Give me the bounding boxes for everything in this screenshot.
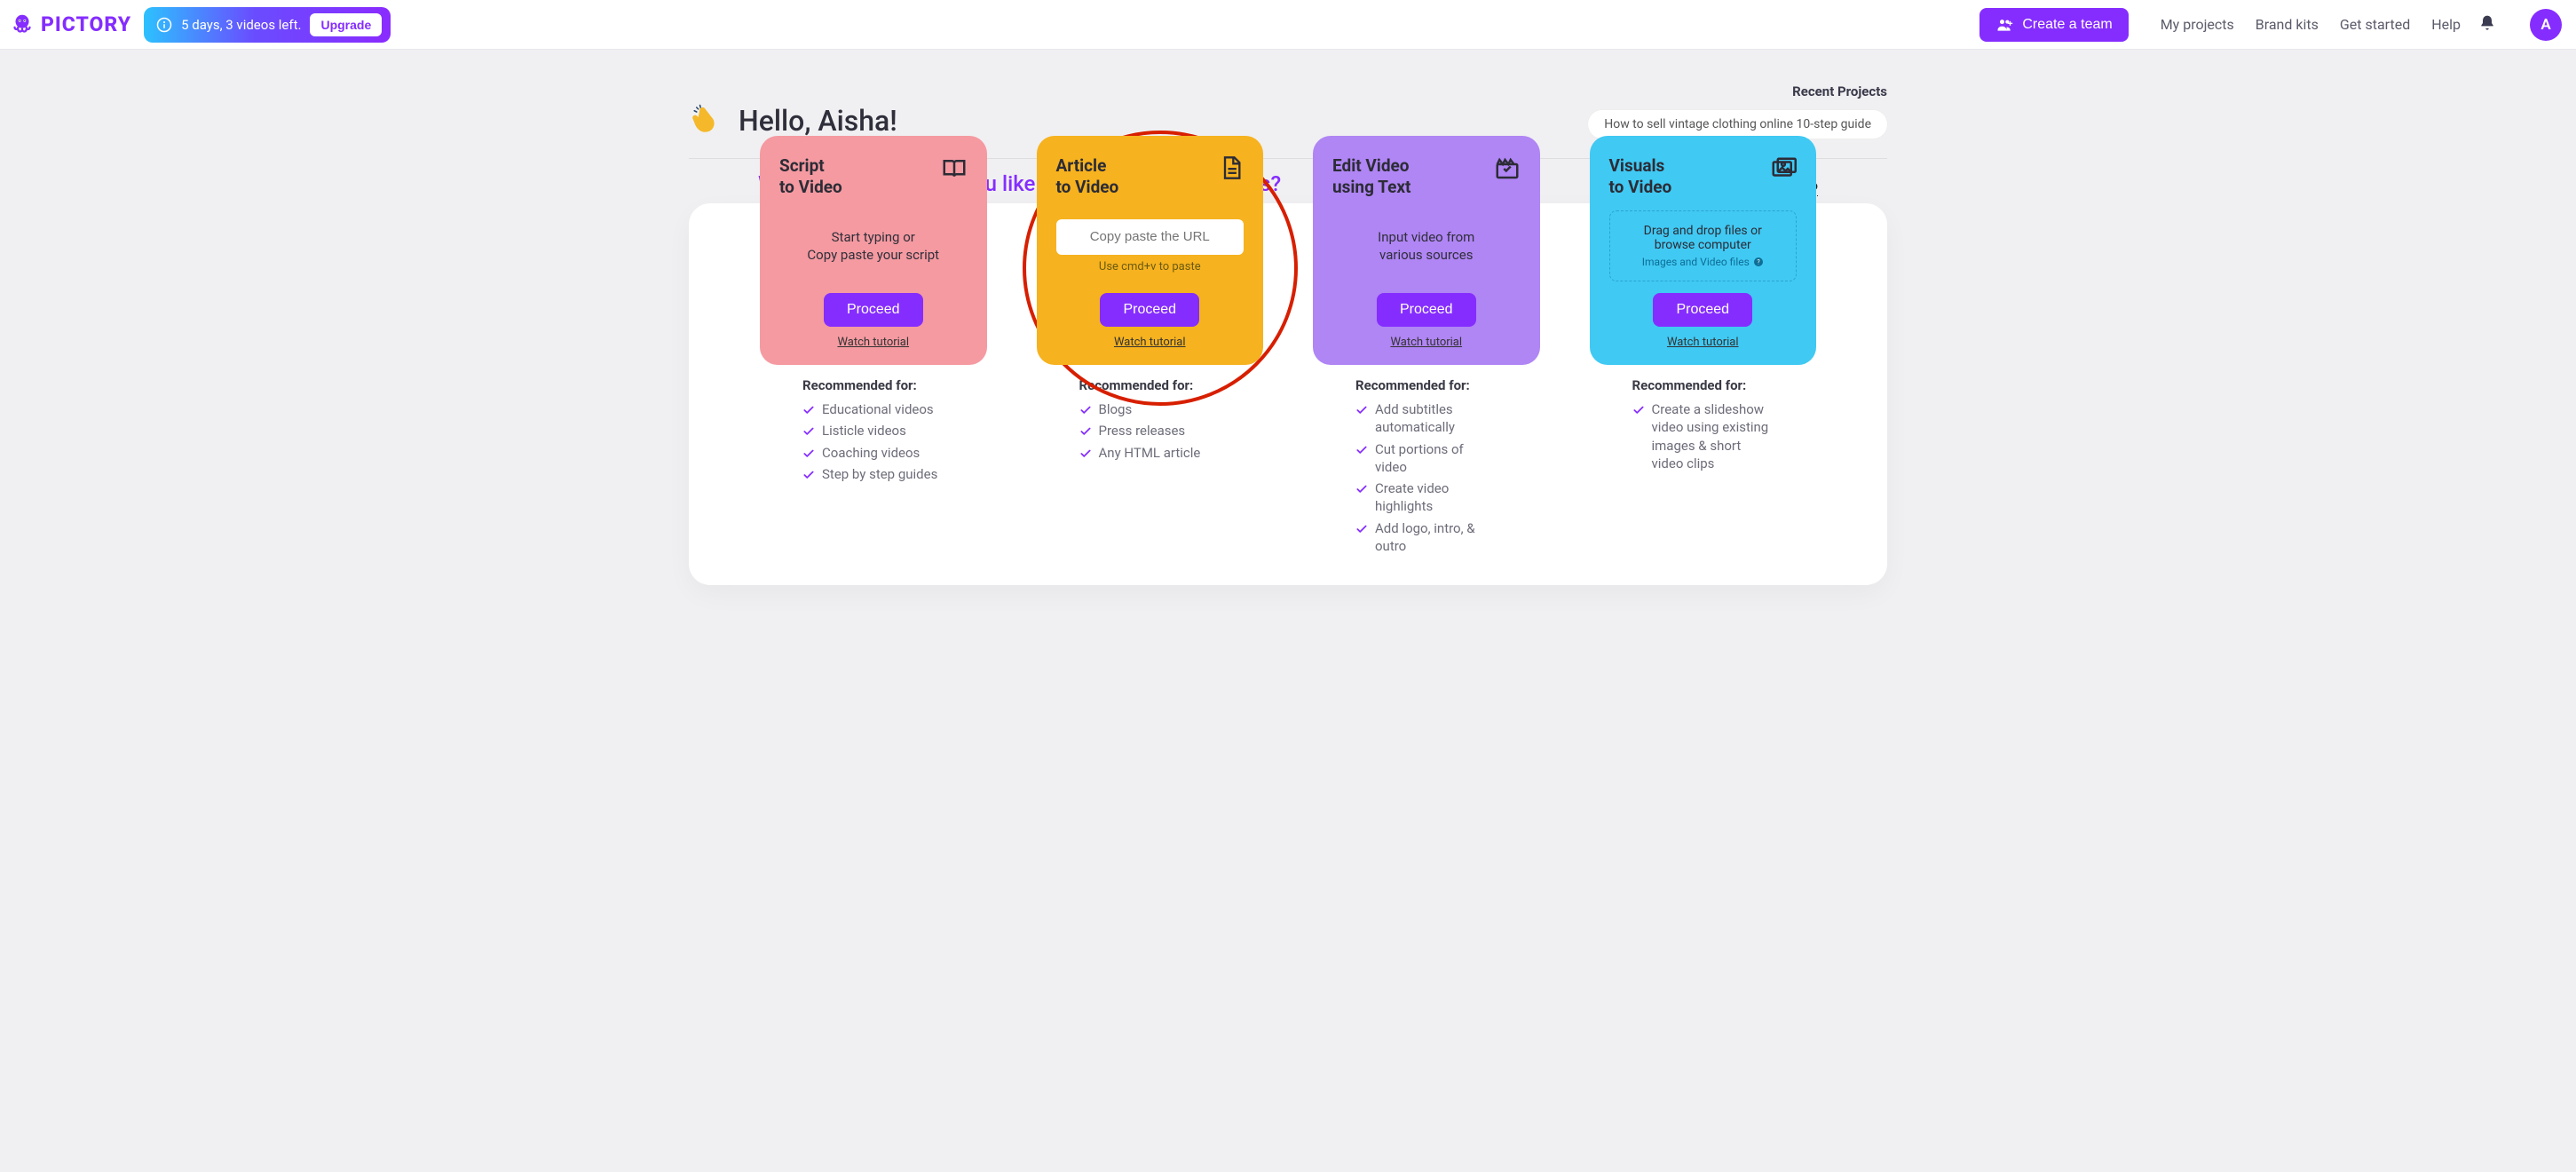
visuals-watch-tutorial[interactable]: Watch tutorial [1667,336,1739,349]
article-proceed-button[interactable]: Proceed [1100,293,1199,327]
document-icon [1219,155,1244,184]
clapperboard-icon [1494,155,1521,186]
rec-item: Create video highlights [1355,479,1497,516]
rec-item: Educational videos [802,400,944,418]
edit-recommended: Recommended for: Add subtitles automatic… [1313,377,1540,555]
edit-proceed-button[interactable]: Proceed [1377,293,1476,327]
app-header: PICTORY 5 days, 3 videos left. Upgrade C… [0,0,2576,50]
script-to-video-card: Scriptto Video Start typing orCopy paste… [760,136,987,365]
edit-hint[interactable]: Input video fromvarious sources [1378,228,1474,265]
octopus-icon [9,12,36,38]
rec-item: Step by step guides [802,465,944,483]
book-icon [941,155,968,186]
upgrade-button[interactable]: Upgrade [310,13,382,36]
recent-project-chip[interactable]: How to sell vintage clothing online 10-s… [1588,110,1887,139]
recent-title: Recent Projects [1588,83,1887,99]
top-nav: My projects Brand kits Get started Help [2161,16,2461,33]
notifications-icon[interactable] [2478,14,2496,36]
visuals-proceed-button[interactable]: Proceed [1653,293,1752,327]
recent-projects: Recent Projects How to sell vintage clot… [1588,83,1887,139]
script-hint[interactable]: Start typing orCopy paste your script [807,228,939,265]
greeting-text: Hello, Aisha! [739,104,897,138]
article-recommended: Recommended for: BlogsPress releasesAny … [1037,377,1264,462]
rec-item: Create a slideshow video using existing … [1632,400,1774,472]
article-url-input[interactable] [1056,219,1245,255]
rec-item: Add logo, intro, & outro [1355,519,1497,556]
article-to-video-card: Articleto Video Use cmd+v to paste Proce… [1037,136,1264,365]
edit-video-card: Edit Videousing Text Input video fromvar… [1313,136,1540,365]
avatar[interactable]: A [2530,9,2562,41]
rec-item: Add subtitles automatically [1355,400,1497,437]
nav-help[interactable]: Help [2431,16,2461,33]
visuals-dropzone[interactable]: Drag and drop files orbrowse computer Im… [1609,210,1798,281]
article-subhint: Use cmd+v to paste [1099,260,1201,273]
script-recommended: Recommended for: Educational videosListi… [760,377,987,483]
rec-item: Press releases [1079,422,1221,440]
rec-item: Blogs [1079,400,1221,418]
logo[interactable]: PICTORY [9,12,131,38]
main: Hello, Aisha! Recent Projects How to sel… [671,50,1905,610]
help-icon: ? [1753,257,1764,267]
info-icon [156,17,172,33]
nav-my-projects[interactable]: My projects [2161,16,2234,33]
visuals-recommended: Recommended for: Create a slideshow vide… [1590,377,1817,472]
nav-get-started[interactable]: Get started [2340,16,2410,33]
nav-brand-kits[interactable]: Brand kits [2256,16,2319,33]
rec-item: Any HTML article [1079,444,1221,462]
create-team-button[interactable]: Create a team [1979,8,2128,42]
visuals-to-video-card: Visualsto Video Drag and drop files orbr… [1590,136,1817,365]
trial-text: 5 days, 3 videos left. [181,17,301,33]
gallery-icon [1770,155,1797,186]
edit-watch-tutorial[interactable]: Watch tutorial [1390,336,1462,349]
logo-text: PICTORY [41,12,131,36]
rec-item: Coaching videos [802,444,944,462]
greeting: Hello, Aisha! [689,103,897,139]
trial-pill: 5 days, 3 videos left. Upgrade [144,7,391,43]
rec-item: Listicle videos [802,422,944,440]
team-icon [1995,16,2013,34]
script-watch-tutorial[interactable]: Watch tutorial [837,336,909,349]
options-panel: Scriptto Video Start typing orCopy paste… [689,203,1887,585]
option-cards: Scriptto Video Start typing orCopy paste… [760,136,1816,558]
wave-icon [689,103,724,139]
article-watch-tutorial[interactable]: Watch tutorial [1114,336,1186,349]
rec-item: Cut portions of video [1355,440,1497,477]
script-proceed-button[interactable]: Proceed [824,293,923,327]
